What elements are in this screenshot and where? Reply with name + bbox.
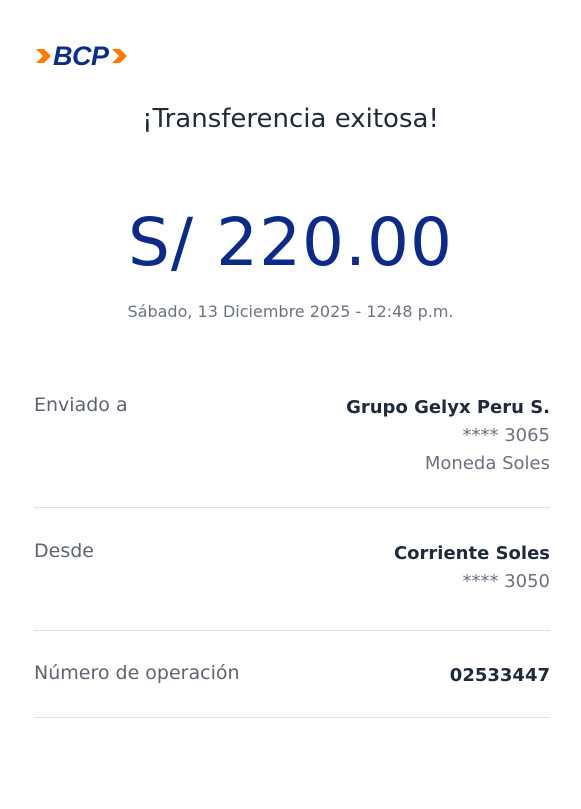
operation-values: 02533447	[450, 662, 550, 690]
detail-row-operation: Número de operación 02533447	[34, 662, 550, 692]
divider	[34, 507, 550, 508]
divider	[34, 717, 550, 718]
source-account: **** 3050	[462, 571, 550, 592]
page-title: ¡Transferencia exitosa!	[142, 104, 439, 134]
sent-to-values: Grupo Gelyx Peru S. **** 3065 Moneda Sol…	[346, 394, 550, 478]
sent-to-label: Enviado a	[34, 394, 128, 416]
recipient-currency: Moneda Soles	[424, 453, 550, 474]
chevron-right-icon	[111, 49, 127, 63]
recipient-name: Grupo Gelyx Peru S.	[346, 397, 550, 418]
source-account-name: Corriente Soles	[393, 543, 550, 564]
bcp-logo: BCP	[34, 42, 128, 70]
operation-label: Número de operación	[34, 662, 240, 684]
transfer-amount: S/ 220.00	[127, 204, 454, 281]
from-values: Corriente Soles **** 3050	[394, 540, 550, 596]
operation-number: 02533447	[449, 665, 550, 686]
divider	[34, 630, 550, 631]
transfer-datetime: Sábado, 13 Diciembre 2025 - 12:48 p.m.	[127, 302, 454, 321]
detail-row-from: Desde Corriente Soles **** 3050	[34, 540, 550, 600]
chevron-right-icon	[36, 49, 51, 63]
detail-row-sent-to: Enviado a Grupo Gelyx Peru S. **** 3065 …	[34, 394, 550, 484]
from-label: Desde	[34, 540, 94, 562]
recipient-account: **** 3065	[462, 425, 550, 446]
logo-text: BCP	[53, 41, 109, 71]
